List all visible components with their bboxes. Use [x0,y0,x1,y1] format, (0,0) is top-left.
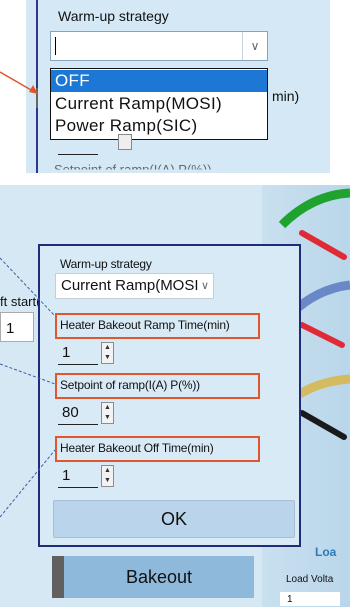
off-time-spinner[interactable]: 1 ▲ ▼ [57,463,114,489]
spin-down-icon[interactable]: ▼ [102,413,113,423]
dialog-strategy-combo[interactable]: Current Ramp(MOSI ∨ [55,273,214,299]
ramp-time-value: 1 [62,344,71,361]
left-partial-input-value: 1 [6,320,15,337]
spinner-buttons[interactable]: ▲ ▼ [101,465,114,487]
ramp-time-label: Heater Bakeout Ramp Time(min) [60,318,230,332]
warmup-strategy-dropdown-list[interactable]: OFF Current Ramp(MOSI) Power Ramp(SIC) [50,68,268,140]
green-gauge-arc [278,188,350,229]
setpoint-label: Setpoint of ramp(I(A) P(%)) [60,378,200,392]
setpoint-value: 80 [62,404,79,421]
black-needle [299,410,347,440]
dropdown-option-off[interactable]: OFF [51,70,267,92]
red-needle-1 [299,230,347,260]
spin-up-icon[interactable]: ▲ [102,343,113,353]
off-time-value: 1 [62,467,71,484]
ok-button[interactable]: OK [53,500,295,538]
partial-spinner[interactable] [58,134,132,156]
bakeout-button[interactable]: Bakeout [52,556,254,598]
partial-label-min: min) [272,88,300,104]
dialog-strategy-value: Current Ramp(MOSI [61,277,199,294]
load-section-label: Loa [315,545,337,559]
dialog-strategy-label: Warm-up strategy [60,257,152,271]
warmup-strategy-combo[interactable]: ∨ [50,31,268,61]
chevron-down-icon[interactable]: ∨ [201,279,209,292]
spin-up-icon[interactable]: ▲ [102,403,113,413]
chevron-down-icon[interactable]: ∨ [242,32,267,60]
spin-down-icon[interactable]: ▼ [102,353,113,363]
red-needle-2 [299,322,345,348]
warmup-strategy-label: Warm-up strategy [58,8,169,24]
load-voltage-label: Load Volta [286,574,334,585]
spinner-underline [58,487,98,488]
spin-up-icon[interactable]: ▲ [102,466,113,476]
text-caret [55,37,56,55]
spinner-underline [58,424,98,425]
left-partial-label: ft start( [0,294,41,309]
panel-divider [36,0,38,173]
load-voltage-value: 1 [287,594,293,605]
spin-down-icon[interactable]: ▼ [102,476,113,486]
spinner-arrow-icon[interactable] [118,134,132,150]
spinner-underline [58,364,98,365]
spinner-buttons[interactable]: ▲ ▼ [101,342,114,364]
spinner-buttons[interactable]: ▲ ▼ [101,402,114,424]
bakeout-status-indicator [52,556,64,598]
ramp-time-spinner[interactable]: 1 ▲ ▼ [57,340,114,366]
dropdown-option-current-ramp[interactable]: Current Ramp(MOSI) [51,93,267,115]
spinner-underline [58,154,98,155]
off-time-label: Heater Bakeout Off Time(min) [60,441,214,455]
partial-control-edge [36,88,38,108]
setpoint-spinner[interactable]: 80 ▲ ▼ [57,400,114,426]
